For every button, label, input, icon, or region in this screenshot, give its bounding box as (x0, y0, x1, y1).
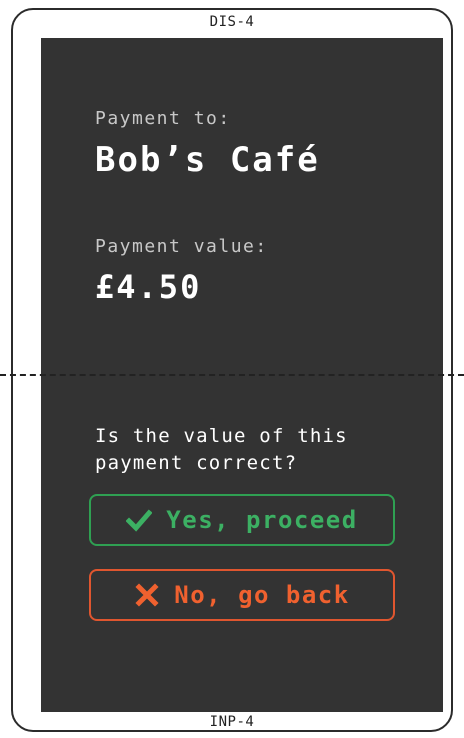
no-go-back-label: No, go back (174, 581, 350, 609)
no-go-back-button[interactable]: No, go back (89, 569, 395, 621)
amount-caption: Payment value: (95, 236, 268, 257)
cross-icon (135, 583, 159, 607)
yes-proceed-button[interactable]: Yes, proceed (89, 494, 395, 546)
yes-proceed-label: Yes, proceed (166, 506, 358, 534)
confirmation-question: Is the value of this payment correct? (95, 425, 348, 474)
display-label: DIS-4 (209, 14, 255, 30)
payee-caption: Payment to: (95, 108, 231, 129)
check-icon (126, 509, 153, 532)
payee-name: Bob’s Café (95, 140, 320, 180)
payment-amount: £4.50 (95, 268, 202, 306)
fold-divider (0, 374, 464, 376)
input-label: INP-4 (209, 714, 255, 730)
